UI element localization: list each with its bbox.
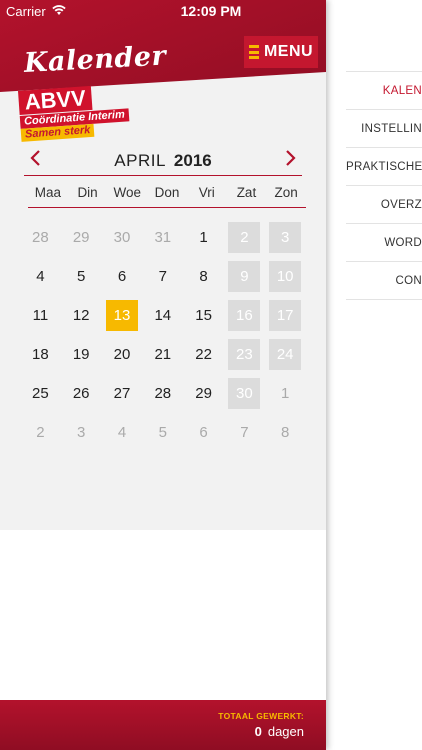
calendar-day[interactable]: 18	[20, 335, 61, 374]
calendar-day[interactable]: 1	[265, 374, 306, 413]
chevron-right-icon[interactable]	[280, 148, 300, 168]
total-worked-label: TOTAAL GEWERKT:	[218, 711, 304, 721]
app-screen: KALEN INSTELLIN PRAKTISCHE OVERZ WORD CO…	[0, 0, 422, 750]
side-menu-item-contact[interactable]: CON	[346, 262, 422, 300]
calendar-day[interactable]: 26	[61, 374, 102, 413]
calendar-day[interactable]: 19	[61, 335, 102, 374]
calendar-day-weekend[interactable]: 17	[265, 296, 306, 335]
weekday-label: Maa	[34, 185, 61, 200]
calendar-day-weekend[interactable]: 10	[265, 257, 306, 296]
calendar-day[interactable]: 8	[183, 257, 224, 296]
footer: TOTAAL GEWERKT: 0 dagen	[0, 700, 326, 750]
total-worked-count: 0	[254, 724, 262, 739]
weekday-label: Zon	[274, 185, 298, 200]
calendar-day[interactable]: 29	[61, 218, 102, 257]
side-menu-item-label: PRAKTISCHE	[346, 161, 422, 173]
day-grid: 28 29 30 31 1 2 3 4 5 6 7 8 9 10 11 12 1…	[20, 218, 306, 452]
calendar-day[interactable]: 5	[142, 413, 183, 452]
calendar-day[interactable]: 14	[142, 296, 183, 335]
calendar-day[interactable]: 27	[102, 374, 143, 413]
calendar-day[interactable]: 28	[142, 374, 183, 413]
calendar-day[interactable]: 28	[20, 218, 61, 257]
side-menu-item-praktische[interactable]: PRAKTISCHE	[346, 148, 422, 186]
side-menu-item-label: WORD	[384, 237, 422, 249]
calendar-day[interactable]: 1	[183, 218, 224, 257]
clock: 12:09 PM	[180, 3, 242, 19]
calendar-week: 28 29 30 31 1 2 3	[20, 218, 306, 257]
menu-button[interactable]: MENU	[244, 36, 318, 68]
main-panel: Kalender MENU ABVV Coördinatie Interim S…	[0, 0, 326, 750]
calendar-day[interactable]: 15	[183, 296, 224, 335]
side-menu-items: KALEN INSTELLIN PRAKTISCHE OVERZ WORD CO…	[346, 71, 422, 300]
calendar-day[interactable]: 7	[224, 413, 265, 452]
calendar-day[interactable]: 6	[183, 413, 224, 452]
side-menu-item-label: KALEN	[382, 85, 422, 97]
calendar: APRIL 2016 Maa Din Woe Don Vri Zat Zon 28…	[0, 130, 326, 530]
battery-icon	[390, 5, 419, 17]
weekday-label: Din	[77, 185, 98, 200]
calendar-day[interactable]: 31	[142, 218, 183, 257]
calendar-day[interactable]: 3	[61, 413, 102, 452]
calendar-week: 25 26 27 28 29 30 1	[20, 374, 306, 413]
calendar-week: 11 12 13 14 15 16 17	[20, 296, 306, 335]
year: 2016	[173, 151, 212, 170]
abvv-logo: ABVV Coördinatie Interim Samen sterk	[18, 83, 130, 142]
month-name: APRIL	[114, 151, 166, 170]
month-title: APRIL 2016	[24, 151, 302, 171]
status-bar: Carrier 12:09 PM	[0, 0, 422, 22]
weekday-label: Don	[154, 185, 180, 200]
calendar-day[interactable]: 11	[20, 296, 61, 335]
calendar-day-weekend[interactable]: 24	[265, 335, 306, 374]
calendar-day-today[interactable]: 13	[102, 296, 143, 335]
weekday-label: Vri	[198, 185, 215, 200]
calendar-day[interactable]: 2	[20, 413, 61, 452]
calendar-day[interactable]: 12	[61, 296, 102, 335]
calendar-day[interactable]: 5	[61, 257, 102, 296]
weekday-label: Woe	[113, 185, 142, 200]
weekday-label: Zat	[236, 185, 257, 200]
calendar-day[interactable]: 7	[142, 257, 183, 296]
calendar-day[interactable]: 20	[102, 335, 143, 374]
calendar-day-weekend[interactable]: 16	[224, 296, 265, 335]
hamburger-icon	[248, 45, 259, 59]
side-menu-item-label: CON	[395, 275, 422, 287]
calendar-day-weekend[interactable]: 9	[224, 257, 265, 296]
side-menu-item-label: INSTELLIN	[361, 123, 422, 135]
total-worked-value: 0 dagen	[255, 724, 304, 739]
calendar-day-weekend[interactable]: 2	[224, 218, 265, 257]
calendar-week: 4 5 6 7 8 9 10	[20, 257, 306, 296]
calendar-day-weekend[interactable]: 30	[224, 374, 265, 413]
calendar-day[interactable]: 8	[265, 413, 306, 452]
side-menu-item-kalender[interactable]: KALEN	[346, 72, 422, 110]
side-menu-item-label: OVERZ	[380, 199, 422, 211]
calendar-week: 2 3 4 5 6 7 8	[20, 413, 306, 452]
month-navigation: APRIL 2016	[24, 142, 302, 176]
calendar-day-weekend[interactable]: 23	[224, 335, 265, 374]
calendar-day[interactable]: 30	[102, 218, 143, 257]
side-menu-item-overzicht[interactable]: OVERZ	[346, 186, 422, 224]
side-menu-item-word[interactable]: WORD	[346, 224, 422, 262]
calendar-day-weekend[interactable]: 3	[265, 218, 306, 257]
calendar-week: 18 19 20 21 22 23 24	[20, 335, 306, 374]
calendar-day[interactable]: 21	[142, 335, 183, 374]
calendar-day[interactable]: 22	[183, 335, 224, 374]
calendar-day[interactable]: 25	[20, 374, 61, 413]
weekday-header: Maa Din Woe Don Vri Zat Zon	[28, 178, 306, 208]
side-menu-item-instellingen[interactable]: INSTELLIN	[346, 110, 422, 148]
menu-button-label: MENU	[263, 43, 314, 60]
calendar-day[interactable]: 4	[20, 257, 61, 296]
calendar-day[interactable]: 6	[102, 257, 143, 296]
calendar-day[interactable]: 4	[102, 413, 143, 452]
side-menu: KALEN INSTELLIN PRAKTISCHE OVERZ WORD CO…	[326, 0, 422, 750]
calendar-day[interactable]: 29	[183, 374, 224, 413]
total-worked-unit: dagen	[267, 724, 304, 739]
